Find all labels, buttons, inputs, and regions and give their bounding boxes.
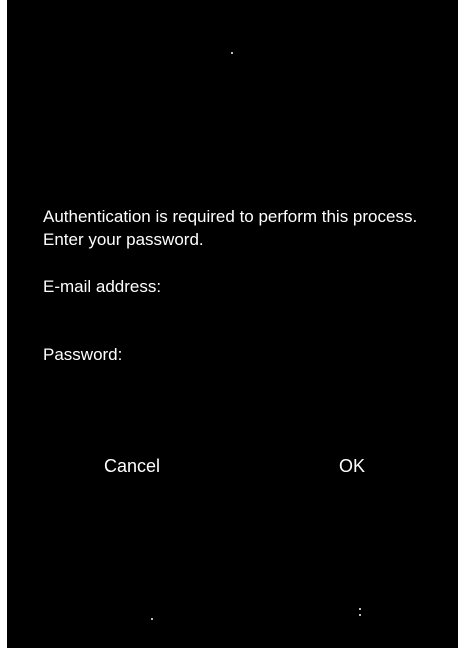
- email-field[interactable]: [43, 300, 413, 332]
- auth-screen: Authentication is required to perform th…: [7, 0, 458, 648]
- auth-message: Authentication is required to perform th…: [43, 207, 418, 249]
- bottom-right-dot-upper: [359, 608, 361, 610]
- ok-button[interactable]: OK: [287, 448, 417, 484]
- password-field[interactable]: [43, 368, 413, 400]
- cancel-button[interactable]: Cancel: [67, 448, 197, 484]
- email-label: E-mail address:: [43, 277, 162, 296]
- password-label: Password:: [43, 345, 123, 364]
- top-indicator-dot: [231, 52, 233, 54]
- bottom-right-dot-lower: [359, 614, 361, 616]
- bottom-left-dot: [151, 618, 153, 620]
